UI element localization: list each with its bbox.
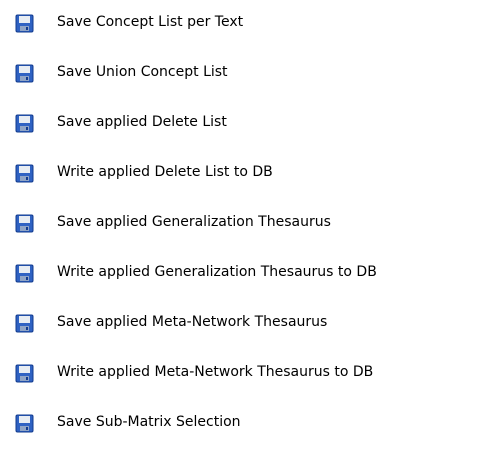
menu-item-label: Save applied Generalization Thesaurus xyxy=(57,214,331,230)
floppy-disk-icon xyxy=(15,364,34,383)
menu-item-label: Write applied Meta-Network Thesaurus to … xyxy=(57,364,374,380)
menu-item-label: Write applied Generalization Thesaurus t… xyxy=(57,264,377,280)
floppy-disk-icon xyxy=(15,264,34,283)
menu-item-save-union-concept-list[interactable]: Save Union Concept List xyxy=(0,56,488,88)
menu-item-label: Save Union Concept List xyxy=(57,64,228,80)
menu-item-save-sub-matrix-selection[interactable]: Save Sub-Matrix Selection xyxy=(0,406,488,438)
menu-item-save-applied-generalization-thesaurus[interactable]: Save applied Generalization Thesaurus xyxy=(0,206,488,238)
floppy-disk-icon xyxy=(15,164,34,183)
menu-item-save-applied-meta-network-thesaurus[interactable]: Save applied Meta-Network Thesaurus xyxy=(0,306,488,338)
menu-item-write-applied-meta-network-thesaurus-to-db[interactable]: Write applied Meta-Network Thesaurus to … xyxy=(0,356,488,388)
floppy-disk-icon xyxy=(15,14,34,33)
floppy-disk-icon xyxy=(15,314,34,333)
menu-item-write-applied-generalization-thesaurus-to-db[interactable]: Write applied Generalization Thesaurus t… xyxy=(0,256,488,288)
menu-item-save-applied-delete-list[interactable]: Save applied Delete List xyxy=(0,106,488,138)
menu-item-label: Save Sub-Matrix Selection xyxy=(57,414,241,430)
menu-item-save-concept-list-per-text[interactable]: Save Concept List per Text xyxy=(0,6,488,38)
floppy-disk-icon xyxy=(15,114,34,133)
menu-item-label: Save applied Delete List xyxy=(57,114,227,130)
floppy-disk-icon xyxy=(15,414,34,433)
save-menu: Save Concept List per Text Save Union Co… xyxy=(0,0,488,467)
menu-item-write-applied-delete-list-to-db[interactable]: Write applied Delete List to DB xyxy=(0,156,488,188)
floppy-disk-icon xyxy=(15,214,34,233)
menu-item-label: Write applied Delete List to DB xyxy=(57,164,273,180)
menu-item-label: Save Concept List per Text xyxy=(57,14,244,30)
menu-item-label: Save applied Meta-Network Thesaurus xyxy=(57,314,328,330)
floppy-disk-icon xyxy=(15,64,34,83)
